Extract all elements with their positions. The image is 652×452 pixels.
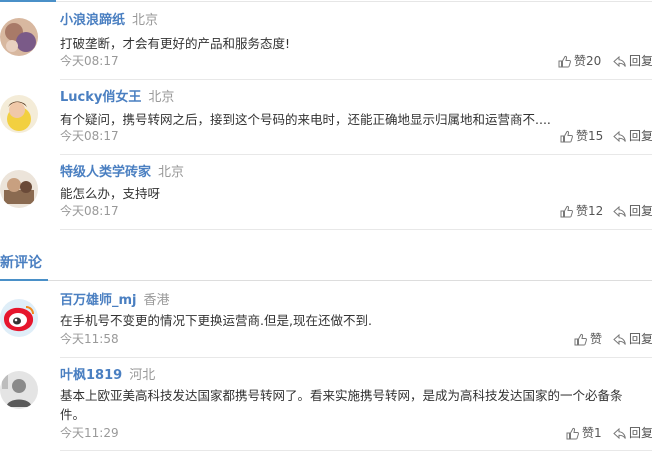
user-location: 北京 <box>158 165 185 180</box>
reply-arrow-icon <box>613 130 626 143</box>
thumbs-up-icon <box>558 55 571 68</box>
comment-text: 打破垄断，才会有更好的产品和服务态度! <box>60 36 291 51</box>
section-title-new-comments: 新评论 <box>0 255 42 271</box>
comment-time: 今天11:58 <box>60 332 119 346</box>
reply-label: 回复 <box>629 332 652 346</box>
reply-button[interactable]: 回复 <box>613 128 652 144</box>
username-link[interactable]: 叶枫1819 <box>60 368 122 383</box>
like-count: 赞12 <box>576 204 604 218</box>
reply-arrow-icon <box>613 205 626 218</box>
reply-label: 回复 <box>629 204 652 218</box>
like-button[interactable]: 赞 <box>574 331 602 347</box>
comment-header: Lucky俏女王 北京 <box>60 89 174 107</box>
reply-arrow-icon <box>613 333 626 346</box>
comment-text-line: 基本上欧亚美高科技发达国家都携号转网了。看来实施携号转网，是成为高科技发达国家的… <box>60 388 623 403</box>
reply-label: 回复 <box>629 426 652 440</box>
comment-divider <box>60 79 652 80</box>
avatar[interactable] <box>0 95 38 133</box>
like-button[interactable]: 赞1 <box>566 425 602 441</box>
comment-divider <box>60 450 652 451</box>
avatar[interactable] <box>0 371 38 409</box>
comment-text: 有个疑问，携号转网之后，接到这个号码的来电时，还能正确地显示归属地和运营商不..… <box>60 112 551 127</box>
comment-text: 能怎么办，支持呀 <box>60 186 161 201</box>
like-count: 赞1 <box>582 426 602 440</box>
reply-button[interactable]: 回复 <box>613 331 652 347</box>
thumbs-up-icon <box>560 130 573 143</box>
thumbs-up-icon <box>566 427 579 440</box>
comment-time: 今天08:17 <box>60 204 119 218</box>
comment-time: 今天11:29 <box>60 426 119 440</box>
reply-button[interactable]: 回复 <box>613 203 652 219</box>
weibo-default-avatar-icon <box>0 299 38 337</box>
reply-button[interactable]: 回复 <box>613 425 652 441</box>
username-link[interactable]: 百万雄师_mj <box>60 293 137 308</box>
avatar[interactable] <box>0 299 38 337</box>
reply-arrow-icon <box>613 427 626 440</box>
avatar[interactable] <box>0 18 38 56</box>
comment-time: 今天08:17 <box>60 54 119 68</box>
top-divider <box>56 1 652 2</box>
top-accent-bar <box>0 0 56 2</box>
user-location: 香港 <box>143 293 170 308</box>
username-link[interactable]: 特级人类学砖家 <box>60 165 151 180</box>
comment-header: 小浪浪蹄纸 北京 <box>60 12 158 30</box>
like-count: 赞20 <box>574 54 602 68</box>
comment-header: 叶枫1819 河北 <box>60 367 155 385</box>
user-location: 北京 <box>148 90 175 105</box>
comment-header: 百万雄师_mj 香港 <box>60 292 170 310</box>
like-button[interactable]: 赞12 <box>560 203 603 219</box>
like-button[interactable]: 赞20 <box>558 53 601 69</box>
reply-button[interactable]: 回复 <box>613 53 652 69</box>
comment-text-line: 件。 <box>60 407 86 422</box>
user-location: 河北 <box>129 368 156 383</box>
username-link[interactable]: Lucky俏女王 <box>60 90 141 105</box>
like-count: 赞 <box>590 332 603 346</box>
thumbs-up-icon <box>574 333 587 346</box>
comment-divider <box>60 357 652 358</box>
reply-label: 回复 <box>629 54 652 68</box>
comment-divider <box>60 154 652 155</box>
like-button[interactable]: 赞15 <box>560 128 603 144</box>
thumbs-up-icon <box>560 205 573 218</box>
section-accent-bar <box>0 279 48 281</box>
comment-time: 今天08:17 <box>60 129 119 143</box>
avatar[interactable] <box>0 170 38 208</box>
user-location: 北京 <box>132 13 159 28</box>
comment-divider <box>60 229 652 230</box>
comment-text: 在手机号不变更的情况下更换运营商.但是,现在还做不到. <box>60 313 372 328</box>
reply-arrow-icon <box>613 55 626 68</box>
username-link[interactable]: 小浪浪蹄纸 <box>60 13 125 28</box>
section-divider <box>0 280 652 281</box>
like-count: 赞15 <box>576 129 604 143</box>
reply-label: 回复 <box>629 129 652 143</box>
comment-header: 特级人类学砖家 北京 <box>60 164 184 182</box>
